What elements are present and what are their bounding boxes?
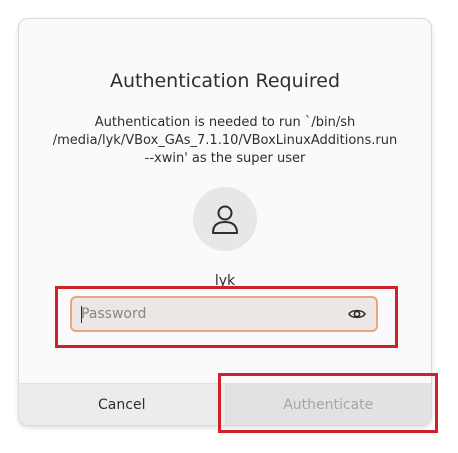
dialog-message: Authentication is needed to run `/bin/sh… — [52, 115, 398, 166]
authenticate-button[interactable]: Authenticate — [225, 384, 431, 425]
authentication-dialog: Authentication Required Authentication i… — [19, 19, 431, 425]
username-label: lyk — [214, 273, 236, 289]
user-icon — [212, 205, 238, 234]
password-input[interactable] — [72, 298, 346, 330]
avatar — [193, 187, 257, 251]
cancel-button[interactable]: Cancel — [19, 384, 226, 425]
text-cursor — [81, 306, 82, 323]
dialog-button-row: Cancel Authenticate — [19, 383, 431, 425]
dialog-title: Authentication Required — [109, 70, 341, 92]
eye-icon — [348, 309, 366, 319]
password-field[interactable] — [70, 296, 378, 332]
reveal-password-button[interactable] — [346, 303, 368, 325]
